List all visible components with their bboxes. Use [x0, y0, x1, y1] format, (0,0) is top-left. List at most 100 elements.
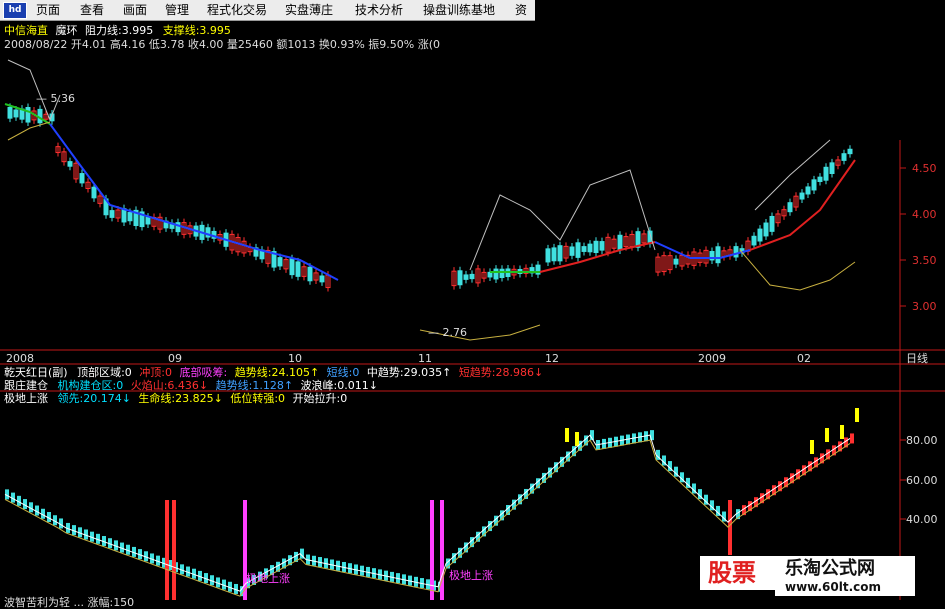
signal-bar — [165, 500, 169, 600]
trend-line-2-value: 趋势线:1.128↑ — [215, 379, 294, 392]
candle-body — [145, 216, 151, 225]
candle-body — [787, 202, 793, 213]
price-tick: 3.50 — [912, 254, 937, 267]
indicator-tick: 40.00 — [906, 513, 938, 526]
candle-body — [7, 106, 13, 119]
menu-live-trading[interactable]: 实盘薄庄 — [285, 2, 333, 18]
menu-more[interactable]: 资 — [515, 2, 527, 18]
stock-name: 中信海直 — [4, 24, 48, 37]
wave-peak-value: 波浪峰:0.011↓ — [300, 379, 378, 392]
menu-bar: hd 页面 查看 画面 管理 程式化交易 实盘薄庄 技术分析 操盘训练基地 资 — [0, 0, 535, 21]
support-line-value: 支撑线:3.995 — [162, 24, 231, 37]
low-turn-strong-value: 低位转强:0 — [230, 392, 286, 405]
candle-body — [469, 273, 475, 280]
bottom-absorb-value: 底部吸筹: — [179, 366, 228, 379]
candle-body — [763, 222, 769, 237]
candle-body — [569, 246, 575, 256]
short-line-value: 短线:0 — [326, 366, 360, 379]
candle-body — [91, 186, 97, 199]
price-tick: 4.00 — [912, 208, 937, 221]
signal-label: 极地上涨 — [246, 572, 290, 585]
candle-body — [121, 208, 127, 223]
menu-manage[interactable]: 管理 — [165, 2, 189, 18]
candle-body — [715, 246, 721, 264]
inst-build-value: 机构建仓区:0 — [57, 379, 124, 392]
flame-mountain-value: 火焰山:6.436↓ — [130, 379, 209, 392]
candle-body — [575, 242, 581, 258]
date-tick: 09 — [168, 352, 182, 365]
resist-line-value: 阻力线:3.995 — [85, 24, 154, 37]
candle-body — [551, 247, 557, 262]
candle-body — [751, 235, 757, 246]
menu-training-base[interactable]: 操盘训练基地 — [423, 2, 495, 18]
menu-technical-analysis[interactable]: 技术分析 — [355, 2, 403, 18]
indicator-row-2: 跟庄建仓 机构建仓区:0 火焰山:6.436↓ 趋势线:1.128↑ 波浪峰:0… — [4, 379, 378, 392]
period-label[interactable]: 日线 — [906, 352, 928, 365]
price-candles — [7, 103, 853, 292]
app-logo-text: hd — [8, 5, 22, 15]
band-lower — [739, 249, 856, 291]
candle-body — [841, 153, 847, 161]
price-tick: 3.00 — [912, 300, 937, 313]
indicator-title: 极地上涨 — [4, 392, 48, 405]
signal-bar — [575, 432, 579, 446]
candle-body — [823, 166, 829, 181]
candle-body — [847, 148, 853, 155]
top-zone-value: 顶部区域:0 — [77, 366, 132, 379]
indicator-row-3: 极地上涨 领先:20.174↓ 生命线:23.825↓ 低位转强:0 开始拉升:… — [4, 392, 347, 405]
band-upper — [754, 139, 831, 211]
signal-bar — [565, 428, 569, 442]
candle-body — [79, 173, 85, 184]
signal-bar — [810, 440, 814, 454]
rush-top-value: 冲顶:0 — [139, 366, 173, 379]
candle-body — [499, 268, 505, 279]
watermark-url: www.60lt.com — [785, 580, 882, 594]
candle-body — [463, 274, 469, 280]
candle-body — [127, 212, 133, 222]
candle-body — [25, 106, 31, 123]
indicator-tick: 80.00 — [906, 434, 938, 447]
indicator-title: 跟庄建仓 — [4, 379, 48, 392]
candle-body — [587, 243, 593, 253]
date-tick: 02 — [797, 352, 811, 365]
stock-header: 中信海直 魔环 阻力线:3.995 支撑线:3.995 — [4, 24, 231, 37]
candle-body — [493, 268, 499, 280]
candle-body — [457, 270, 463, 286]
candle-body — [13, 109, 19, 118]
signal-bar — [855, 408, 859, 422]
menu-program-trading[interactable]: 程式化交易 — [207, 2, 267, 18]
signal-bar — [728, 500, 732, 555]
candle-body — [799, 192, 805, 200]
candle-body — [319, 275, 325, 283]
candle-body — [599, 241, 605, 251]
date-tick: 10 — [288, 352, 302, 365]
signal-label: 极地上涨 — [449, 569, 493, 582]
band-lower — [7, 121, 51, 141]
date-tick: 12 — [545, 352, 559, 365]
menu-canvas[interactable]: 画面 — [123, 2, 147, 18]
candle-body — [545, 248, 551, 263]
start-pull-value: 开始拉升:0 — [292, 392, 348, 405]
chart-canvas — [0, 59, 945, 600]
candle-body — [805, 186, 811, 195]
ma-line-blue — [49, 123, 339, 281]
menu-view[interactable]: 查看 — [80, 2, 104, 18]
app-logo-icon[interactable]: hd — [3, 2, 27, 19]
indicator-row-1: 乾天红日(副) 顶部区域:0 冲顶:0 底部吸筹: 趋势线:24.105↑ 短线… — [4, 366, 543, 379]
signal-bar — [172, 500, 176, 600]
bottom-status-text: 波智苦利为轻 ... 涨幅:150 — [4, 596, 135, 609]
watermark-brand: 股票 — [708, 559, 756, 587]
signal-bar — [840, 425, 844, 439]
trend-line-value: 趋势线:24.105↑ — [234, 366, 320, 379]
indicator-tick: 60.00 — [906, 474, 938, 487]
menu-page[interactable]: 页面 — [36, 2, 60, 18]
candle-body — [581, 246, 587, 252]
candle-body — [769, 215, 775, 232]
candle-body — [277, 257, 283, 267]
candle-body — [593, 240, 599, 254]
indicator-title: 乾天红日(副) — [4, 366, 68, 379]
indicator-bar — [850, 433, 854, 444]
watermark-site-box: 乐淘公式网 www.60lt.com — [775, 556, 915, 596]
short-trend-value: 短趋势:28.986↓ — [458, 366, 544, 379]
lead-value: 领先:20.174↓ — [57, 392, 131, 405]
